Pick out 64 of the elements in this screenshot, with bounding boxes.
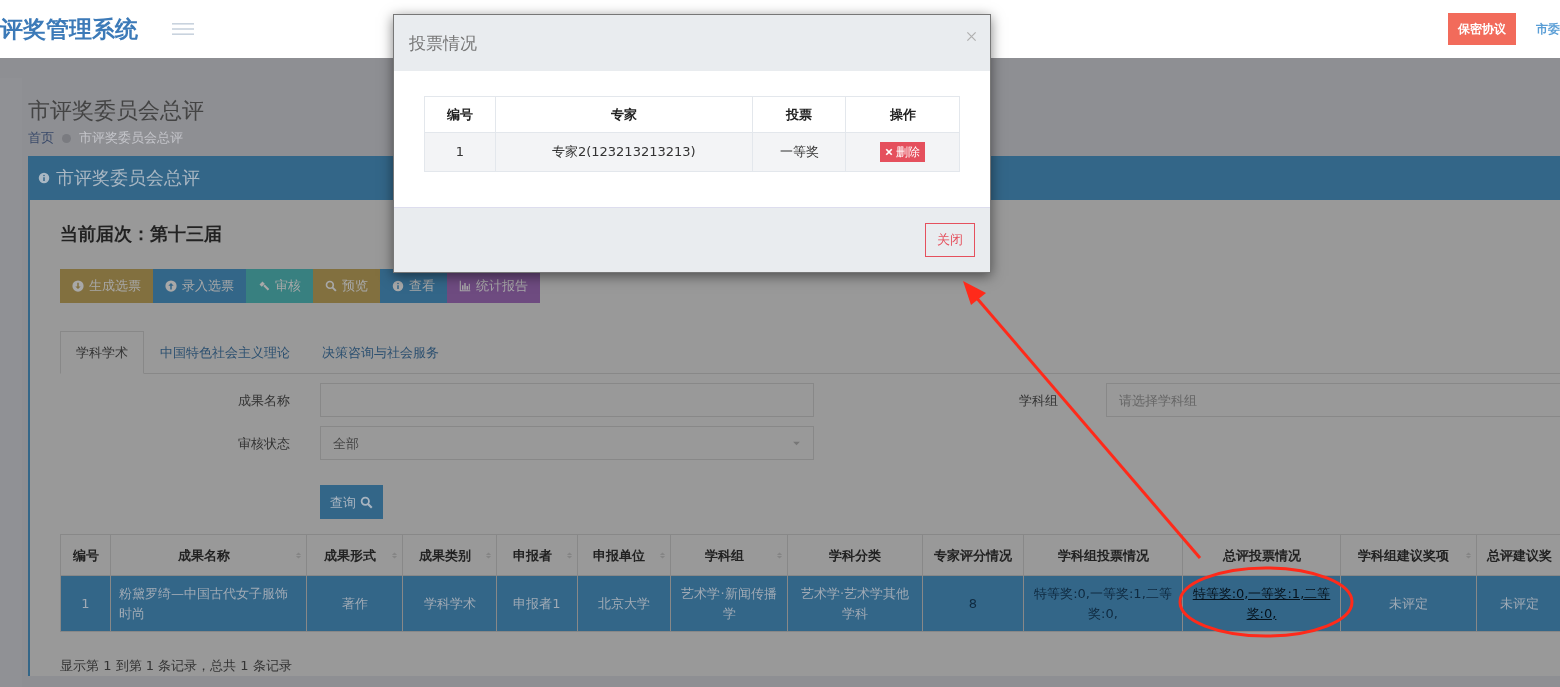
toolbar-button[interactable]: 预览 [313, 268, 380, 303]
select-field[interactable]: 全部 [320, 426, 814, 461]
field-label: 成果名称 [237, 391, 291, 410]
table-cell: 专家2(123213213213) [495, 132, 753, 172]
table-cell: 艺术学·新闻传播学 [670, 575, 788, 632]
table-cell: 1 [60, 575, 111, 632]
table-cell: 学科学术 [402, 575, 497, 632]
field-label: 审核状态 [237, 434, 291, 453]
column-header[interactable]: 成果类别 [402, 534, 497, 576]
field-label: 学科组 [1019, 391, 1059, 410]
close-icon [966, 30, 977, 42]
info-icon [392, 279, 404, 292]
search-button[interactable]: 查询 [320, 485, 383, 520]
agreement-button[interactable]: 保密协议 [1448, 13, 1516, 45]
column-header: 总评投票情况 [1182, 534, 1341, 576]
download-icon [72, 279, 84, 292]
column-header: 专家 [495, 96, 753, 133]
table-cell: 著作 [306, 575, 403, 632]
tab[interactable]: 中国特色社会主义理论 [144, 330, 306, 375]
pagination-info: 显示第 1 到第 1 条记录，总共 1 条记录 [60, 657, 293, 676]
column-header: 学科组投票情况 [1023, 534, 1183, 576]
column-header: 总评建议奖 [1476, 534, 1560, 576]
table-cell: 一等奖 [752, 132, 846, 172]
table-cell: 未评定 [1340, 575, 1477, 632]
table-cell: 北京大学 [577, 575, 671, 632]
close-button[interactable]: 关闭 [925, 223, 975, 257]
table-cell: 艺术学·艺术学其他学科 [787, 575, 923, 632]
column-header: 投票 [752, 96, 846, 133]
column-header: 编号 [424, 96, 496, 133]
info-icon [38, 171, 50, 184]
tab[interactable]: 决策咨询与社会服务 [306, 330, 455, 375]
search-icon [360, 495, 373, 509]
breadcrumb-link[interactable]: 首页 [28, 128, 54, 148]
bar-chart-icon [459, 279, 471, 292]
column-header: 操作 [845, 96, 960, 133]
toolbar-button[interactable]: 审核 [246, 268, 313, 303]
user-link[interactable]: 市委 [1536, 20, 1560, 38]
close-icon [885, 148, 894, 156]
app-title: 评奖管理系统 [0, 14, 138, 44]
dialog-title: 投票情况 [409, 32, 477, 54]
upload-icon [165, 279, 177, 292]
tab[interactable]: 学科学术 [60, 330, 144, 375]
column-header[interactable]: 成果名称 [110, 534, 307, 576]
gavel-icon [258, 279, 270, 292]
column-header[interactable]: 申报者 [496, 534, 578, 576]
column-header[interactable]: 学科组建议奖项 [1340, 534, 1477, 576]
column-header[interactable]: 申报单位 [577, 534, 671, 576]
toolbar-button[interactable]: 录入选票 [153, 268, 246, 303]
panel-title: 市评奖委员会总评 [56, 166, 200, 191]
delete-button[interactable]: 删除 [880, 142, 926, 162]
session-label: 当前届次：第十三届 [60, 221, 222, 246]
search-icon [325, 279, 337, 292]
column-header: 专家评分情况 [922, 534, 1024, 576]
page-title: 市评奖委员会总评 [28, 98, 204, 125]
toolbar-button[interactable]: 生成选票 [60, 268, 153, 303]
column-header: 学科分类 [787, 534, 923, 576]
menu-icon [172, 21, 194, 37]
table-cell: 申报者1 [496, 575, 578, 632]
column-header[interactable]: 成果形式 [306, 534, 403, 576]
table-cell: 8 [922, 575, 1024, 632]
table-cell: 粉黛罗绮—中国古代女子服饰时尚 [110, 575, 307, 632]
column-header: 编号 [60, 534, 111, 576]
table-cell: 1 [424, 132, 496, 172]
column-header[interactable]: 学科组 [670, 534, 788, 576]
